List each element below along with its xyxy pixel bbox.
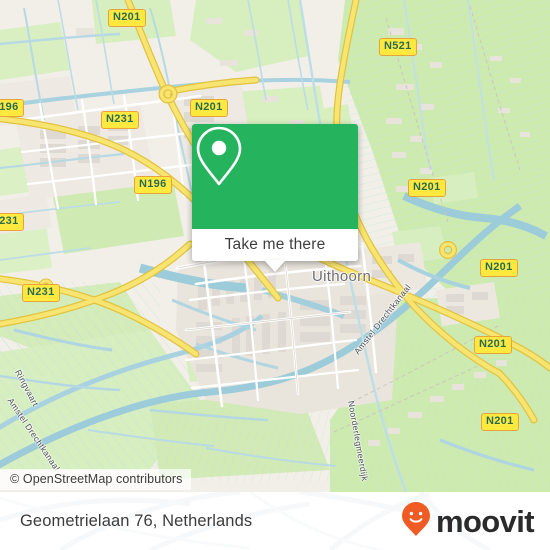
map-canvas[interactable]: N201 N521 N201 N231 N196 N196 N201 N231 … [0,0,550,492]
road-shield[interactable]: N201 [408,179,446,197]
road-shield[interactable]: N201 [481,413,519,431]
road-shield[interactable]: N196 [0,99,24,117]
moovit-wordmark: moovit [435,503,535,539]
road-shield[interactable]: N231 [22,284,60,302]
road-shield[interactable]: N196 [134,176,172,194]
popup-header [192,124,358,229]
footer-bar: Geometrielaan 76, Netherlands moovit [0,492,550,550]
road-shield[interactable]: N201 [190,99,228,117]
popup-pointer-tail [264,260,286,272]
address-label: Geometrielaan 76, Netherlands [20,511,253,530]
road-shield[interactable]: N231 [101,111,139,129]
road-shield[interactable]: N521 [379,38,417,56]
road-shield[interactable]: N201 [108,9,146,27]
moovit-logo[interactable]: moovit [401,492,535,550]
map-screenshot: N201 N521 N201 N231 N196 N196 N201 N231 … [0,0,550,550]
road-shield[interactable]: N201 [480,259,518,277]
location-popup-card[interactable]: Take me there [192,124,358,272]
place-label-uithoorn: Uithoorn [312,268,372,285]
road-shield[interactable]: N201 [474,336,512,354]
osm-attribution[interactable]: © OpenStreetMap contributors [0,469,191,490]
take-me-there-button[interactable]: Take me there [192,229,358,261]
road-shield[interactable]: N231 [0,213,24,231]
moovit-smiley-pin-icon [401,501,431,542]
